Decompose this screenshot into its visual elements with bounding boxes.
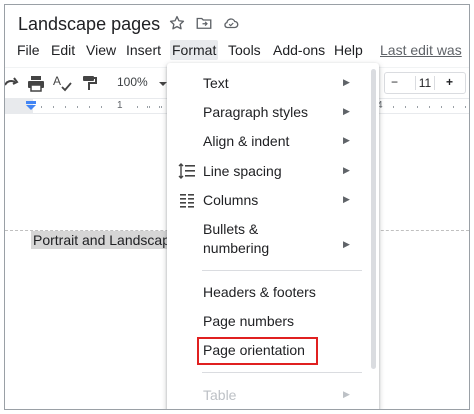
menu-item-table: Table ▶ (167, 381, 367, 409)
menu-tools[interactable]: Tools (226, 40, 263, 60)
menu-help[interactable]: Help (332, 40, 365, 60)
menu-item-line-spacing[interactable]: Line spacing ▶ (167, 157, 367, 185)
font-size-stepper[interactable]: − 11 + (384, 72, 466, 94)
menu-scrollbar[interactable] (371, 69, 376, 369)
submenu-arrow-icon: ▶ (343, 239, 350, 249)
menu-item-label: Line spacing (203, 163, 282, 179)
spellcheck-icon[interactable]: A (53, 73, 73, 93)
menu-item-label: Align & indent (203, 133, 290, 149)
menu-insert[interactable]: Insert (124, 40, 163, 60)
menu-item-columns[interactable]: Columns ▶ (167, 186, 367, 214)
menu-item-label: Columns (203, 192, 259, 208)
format-menu: Text ▶ Paragraph styles ▶ Align & indent… (167, 63, 379, 409)
ruler-ticks (393, 106, 466, 108)
menu-item-paragraph-styles[interactable]: Paragraph styles ▶ (167, 98, 367, 126)
menu-add-ons[interactable]: Add-ons (271, 40, 327, 60)
zoom-select[interactable]: 100% (117, 75, 148, 89)
menu-view[interactable]: View (84, 40, 118, 60)
submenu-arrow-icon: ▶ (343, 77, 350, 87)
menu-item-label: Headers & footers (203, 284, 316, 300)
line-spacing-icon (178, 163, 195, 179)
menu-item-text[interactable]: Text ▶ (167, 69, 367, 97)
submenu-arrow-icon: ▶ (343, 194, 350, 204)
menu-item-bullets-numbering[interactable]: Bullets & numbering ▶ (167, 215, 367, 256)
cloud-saved-icon[interactable] (222, 14, 240, 32)
menu-edit[interactable]: Edit (49, 40, 77, 60)
menu-file[interactable]: File (15, 40, 42, 60)
menu-item-label: Page numbers (203, 313, 295, 329)
menu-item-label: Paragraph styles (203, 104, 309, 120)
docs-window: Landscape pages File Edit View Insert Fo… (4, 4, 470, 410)
menu-format[interactable]: Format (170, 40, 219, 60)
menu-separator (202, 270, 362, 271)
paint-format-icon[interactable] (81, 73, 97, 93)
menu-bar: File Edit View Insert Format Tools Add-o… (5, 37, 469, 63)
menu-item-page-numbers[interactable]: Page numbers (167, 307, 367, 335)
document-body-text[interactable]: Portrait and Landscape (31, 231, 180, 249)
submenu-arrow-icon: ▶ (343, 135, 350, 145)
menu-item-label: Text (203, 75, 229, 91)
font-size-input[interactable]: 11 (415, 76, 435, 90)
decrease-font-size-button[interactable]: − (391, 75, 398, 89)
svg-text:A: A (53, 74, 61, 88)
menu-item-label: Table (203, 387, 237, 403)
menu-item-align-indent[interactable]: Align & indent ▶ (167, 127, 367, 155)
highlight-box (197, 337, 318, 365)
move-to-folder-icon[interactable] (195, 14, 213, 32)
menu-separator (202, 372, 362, 373)
submenu-arrow-icon: ▶ (343, 389, 350, 399)
document-title[interactable]: Landscape pages (18, 14, 160, 35)
ruler-mark: 1 (117, 100, 123, 111)
menu-item-headers-footers[interactable]: Headers & footers (167, 278, 367, 306)
increase-font-size-button[interactable]: + (446, 75, 453, 89)
columns-icon (180, 194, 194, 208)
ruler-ticks (147, 106, 160, 108)
redo-icon[interactable] (5, 73, 19, 93)
star-icon[interactable] (168, 14, 186, 32)
submenu-arrow-icon: ▶ (343, 106, 350, 116)
indent-marker-icon[interactable] (25, 101, 37, 111)
print-icon[interactable] (27, 73, 45, 93)
last-edit-link[interactable]: Last edit was (380, 40, 462, 60)
submenu-arrow-icon: ▶ (343, 165, 350, 175)
menu-item-label: Bullets & numbering (203, 221, 270, 256)
